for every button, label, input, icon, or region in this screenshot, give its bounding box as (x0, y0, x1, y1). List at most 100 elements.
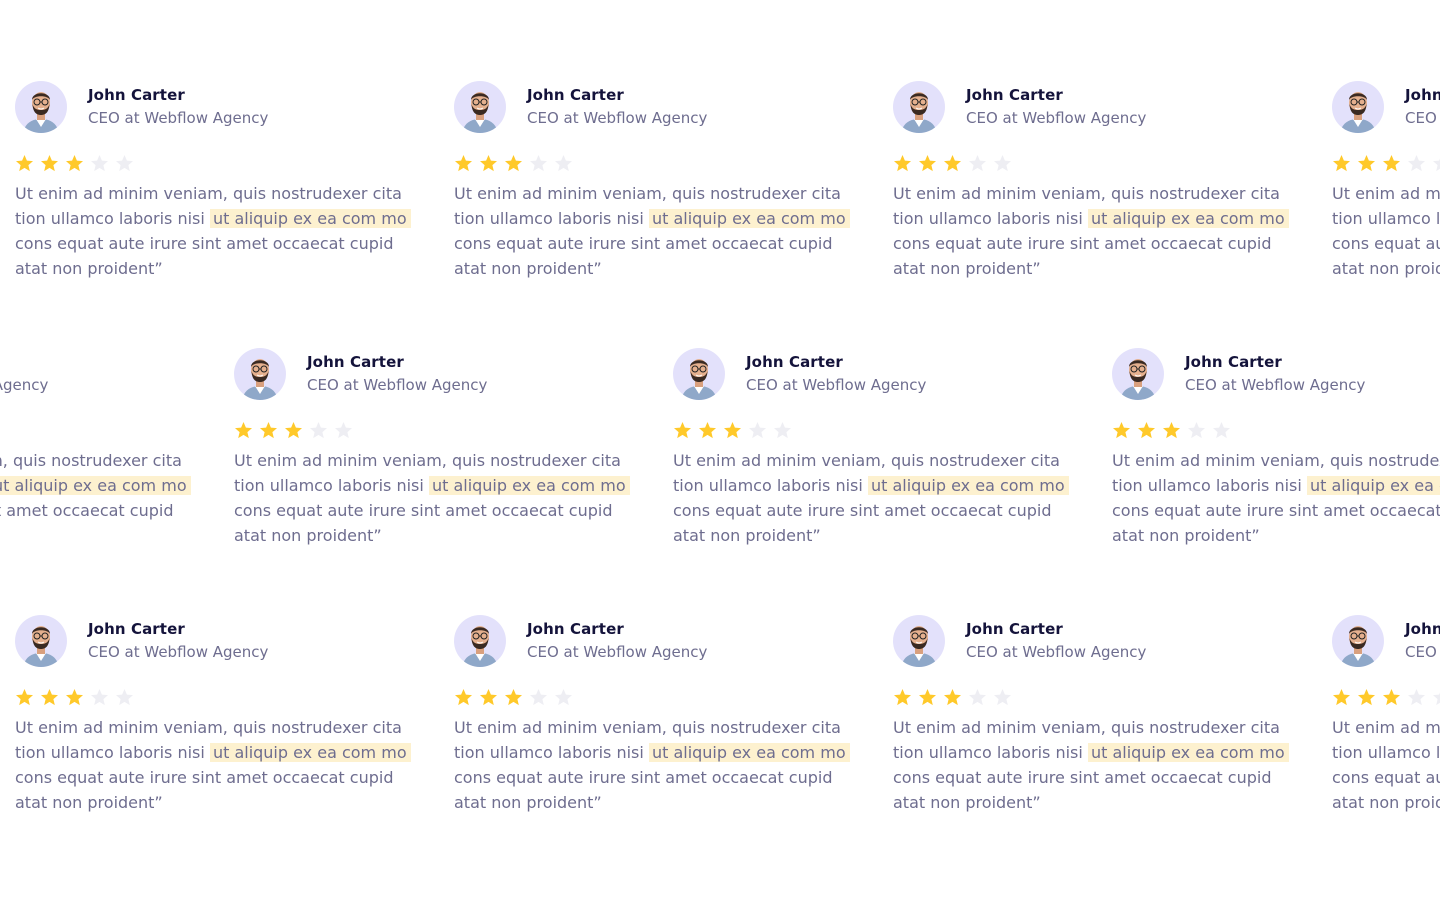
star-empty-icon (310, 422, 327, 439)
testimonial-card: John Carter CEO at Webflow Agency Ut eni… (673, 347, 1083, 548)
quote-line: atat non proident” (893, 259, 1041, 278)
quote-line: tion ullamco laboris nisi ut aliquip ex … (454, 740, 850, 765)
star-filled-icon (455, 689, 472, 706)
quote-line: tion ullamco laboris nisi ut aliquip ex … (1332, 206, 1440, 231)
quote-text: tion ullamco laboris nisi (15, 209, 205, 228)
quote-line: cons equat aute irure sint amet occaecat… (454, 768, 833, 787)
quote-line: tion ullamco laboris nisi ut aliquip ex … (15, 206, 411, 231)
quote-line: Ut enim ad minim veniam, quis nostrudexe… (673, 451, 1060, 470)
author-name: John Carter (88, 620, 185, 638)
quote-text: tion ullamco laboris nisi (673, 476, 863, 495)
quote-highlight: ut aliquip ex ea com mo (428, 476, 630, 495)
star-filled-icon (41, 155, 58, 172)
star-rating (454, 154, 864, 174)
quote-highlight: ut aliquip ex ea com mo (0, 476, 191, 495)
quote-line: atat non proident” (893, 793, 1041, 812)
author-role: CEO at Webflow Agency (527, 109, 708, 127)
quote-line: atat non proident” (15, 793, 163, 812)
quote-line: cons equat aute irure sint amet occaecat… (454, 234, 833, 253)
star-filled-icon (480, 155, 497, 172)
quote-text: tion ullamco laboris nisi (1112, 476, 1302, 495)
author-role: CEO at Webflow Agency (1405, 643, 1440, 661)
star-empty-icon (335, 422, 352, 439)
author-role: CEO at Webflow Agency (1185, 376, 1366, 394)
star-empty-icon (1408, 689, 1425, 706)
quote-line: atat non proident” (1332, 793, 1440, 812)
quote-highlight: ut aliquip ex ea com mo (867, 476, 1069, 495)
quote-line: tion ullamco laboris nisi ut aliquip ex … (893, 206, 1289, 231)
quote-line: atat non proident” (1112, 526, 1260, 545)
quote-text: tion ullamco laboris nisi (893, 209, 1083, 228)
star-filled-icon (894, 155, 911, 172)
star-filled-icon (455, 155, 472, 172)
quote-line: atat non proident” (15, 259, 163, 278)
testimonial-card: John Carter CEO at Webflow Agency Ut eni… (893, 614, 1303, 815)
card-header: John Carter CEO at Webflow Agency (15, 80, 425, 134)
card-header: John Carter CEO at Webflow Agency (454, 80, 864, 134)
card-header: John Carter CEO at Webflow Agency (673, 347, 1083, 401)
quote-line: tion ullamco laboris nisi ut aliquip ex … (454, 206, 850, 231)
quote-line: atat non proident” (234, 526, 382, 545)
testimonial-card: John Carter CEO at Webflow Agency Ut eni… (454, 80, 864, 281)
testimonial-row: John Carter CEO at Webflow Agency Ut eni… (0, 347, 1440, 577)
star-filled-icon (919, 155, 936, 172)
testimonial-card: John Carter CEO at Webflow Agency Ut eni… (234, 347, 644, 548)
testimonial-quote: Ut enim ad minim veniam, quis nostrudexe… (893, 181, 1289, 281)
star-filled-icon (505, 155, 522, 172)
person-avatar-icon (893, 615, 945, 667)
star-filled-icon (919, 689, 936, 706)
person-avatar-icon (1332, 81, 1384, 133)
quote-line: Ut enim ad minim veniam, quis nostrudexe… (1332, 718, 1440, 737)
star-empty-icon (969, 689, 986, 706)
star-filled-icon (41, 689, 58, 706)
star-filled-icon (1383, 155, 1400, 172)
author-info: John Carter CEO at Webflow Agency (0, 352, 48, 396)
testimonial-card: John Carter CEO at Webflow Agency Ut eni… (1332, 614, 1440, 815)
star-filled-icon (16, 155, 33, 172)
star-filled-icon (1383, 689, 1400, 706)
person-avatar-icon (15, 81, 67, 133)
quote-line: tion ullamco laboris nisi ut aliquip ex … (673, 473, 1069, 498)
star-filled-icon (724, 422, 741, 439)
person-avatar-icon (234, 348, 286, 400)
card-header: John Carter CEO at Webflow Agency (1332, 80, 1440, 134)
testimonials-wall: John Carter CEO at Webflow Agency Ut eni… (0, 0, 1440, 904)
author-name: John Carter (1405, 86, 1440, 104)
quote-highlight: ut aliquip ex ea com mo (209, 743, 411, 762)
star-filled-icon (944, 689, 961, 706)
testimonial-card: John Carter CEO at Webflow Agency Ut eni… (893, 80, 1303, 281)
card-header: John Carter CEO at Webflow Agency (893, 614, 1303, 668)
star-filled-icon (1113, 422, 1130, 439)
quote-line: cons equat aute irure sint amet occaecat… (234, 501, 613, 520)
star-filled-icon (1163, 422, 1180, 439)
star-empty-icon (1408, 155, 1425, 172)
testimonial-card: John Carter CEO at Webflow Agency Ut eni… (15, 614, 425, 815)
quote-line: Ut enim ad minim veniam, quis nostrudexe… (1332, 184, 1440, 203)
quote-line: atat non proident” (454, 793, 602, 812)
star-filled-icon (699, 422, 716, 439)
star-filled-icon (480, 689, 497, 706)
author-role: CEO at Webflow Agency (966, 643, 1147, 661)
quote-line: tion ullamco laboris nisi ut aliquip ex … (0, 473, 191, 498)
star-empty-icon (1433, 692, 1440, 706)
author-name: John Carter (307, 353, 404, 371)
testimonial-quote: Ut enim ad minim veniam, quis nostrudexe… (0, 448, 191, 548)
star-filled-icon (1138, 422, 1155, 439)
star-empty-icon (91, 689, 108, 706)
quote-text: tion ullamco laboris nisi (234, 476, 424, 495)
quote-line: atat non proident” (454, 259, 602, 278)
testimonial-quote: Ut enim ad minim veniam, quis nostrudexe… (15, 715, 411, 815)
star-empty-icon (555, 689, 572, 706)
star-rating (1112, 421, 1440, 441)
author-role: CEO at Webflow Agency (966, 109, 1147, 127)
person-avatar-icon (454, 81, 506, 133)
person-avatar-icon (15, 615, 67, 667)
star-rating (893, 154, 1303, 174)
person-avatar-icon (454, 615, 506, 667)
author-name: John Carter (0, 352, 48, 372)
testimonial-card: John Carter CEO at Webflow Agency Ut eni… (1332, 80, 1440, 281)
person-avatar-icon (673, 348, 725, 400)
quote-line: Ut enim ad minim veniam, quis nostrudexe… (0, 451, 182, 470)
quote-line: Ut enim ad minim veniam, quis nostrudexe… (15, 184, 402, 203)
testimonial-quote: Ut enim ad minim veniam, quis nostrudexe… (454, 715, 850, 815)
